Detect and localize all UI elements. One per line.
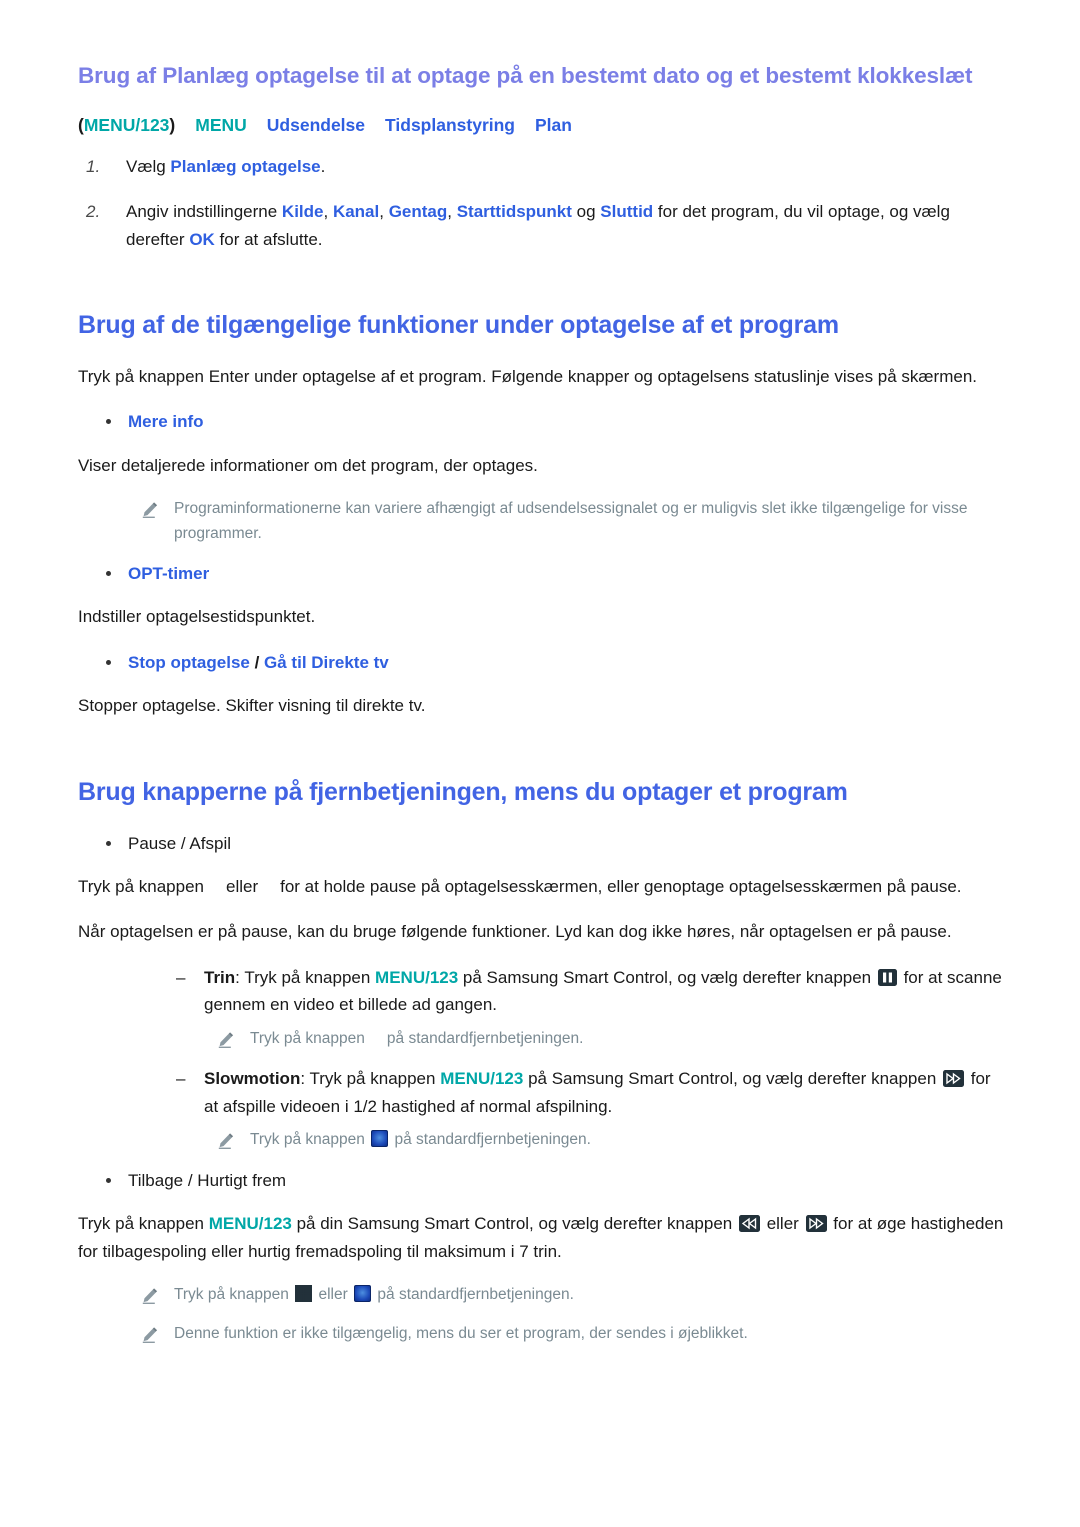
step-1-emphasis[interactable]: Planlæg optagelse [170, 157, 320, 176]
fast-forward-icon [943, 1070, 965, 1088]
note-rf1-mid: eller [314, 1286, 353, 1304]
setting-sluttid[interactable]: Sluttid [600, 202, 653, 221]
feature-opt-timer: OPT-timer [78, 560, 1008, 587]
pencil-icon [140, 499, 160, 519]
sub-item-slowmotion-term: Slowmotion [204, 1069, 301, 1089]
feature-opt-timer-label[interactable]: OPT-timer [128, 564, 209, 583]
breadcrumb-item-tidsplanstyring[interactable]: Tidsplanstyring [385, 115, 515, 135]
remote-pause-play-label: Pause / Afspil [128, 833, 232, 853]
feature-mere-info-description: Viser detaljerede informationer om det p… [78, 455, 538, 475]
setting-kanal[interactable]: Kanal [333, 202, 379, 221]
feature-stop-optagelse-label[interactable]: Stop optagelse [128, 653, 250, 672]
note-trin: Tryk på knappen på standardfjernbetjening… [204, 1027, 1008, 1051]
rewind-icon [738, 1215, 760, 1233]
note-slowmotion-pre: Tryk på knappen [250, 1131, 370, 1149]
remote-rewind-forward: Tilbage / Hurtigt frem [78, 1167, 1008, 1194]
feature-ga-til-direkte-tv-label[interactable]: Gå til Direkte tv [264, 653, 389, 672]
sub-item-trin: Trin: Tryk på knappen MENU/123 på Samsun… [158, 964, 1008, 1019]
setting-gentag[interactable]: Gentag [389, 202, 448, 221]
feature-opt-timer-description: Indstiller optagelsestidspunktet. [78, 607, 316, 627]
section1-steps: 1. Vælg Planlæg optagelse. 2. Angiv indsti… [78, 153, 1008, 253]
ok-label[interactable]: OK [189, 230, 215, 249]
note-rewind-forward-1: Tryk på knappen eller på standardfjernbe… [128, 1283, 1008, 1307]
section2-intro: Tryk på knappen Enter under optagelse af… [78, 366, 977, 386]
step-2-number: 2. [86, 202, 101, 222]
document-page: Brug af Planlæg optagelse til at optage … [0, 0, 1080, 1527]
breadcrumb-menu-key: MENU/123 [83, 114, 170, 135]
setting-starttidspunkt[interactable]: Starttidspunkt [457, 202, 572, 221]
pencil-icon [140, 1285, 160, 1305]
pause-play-p1-a: Tryk på knappen [78, 876, 204, 896]
rewind-forward-menu-key[interactable]: MENU/123 [209, 1214, 292, 1233]
pause-play-p1-b: eller [226, 876, 259, 896]
pause-play-paragraph-2: Når optagelsen er på pause, kan du bruge… [78, 922, 952, 942]
step-1-number: 1. [86, 157, 101, 177]
feature-separator: / [249, 652, 265, 672]
feature-stop-optagelse: Stop optagelse / Gå til Direkte tv [78, 649, 1008, 676]
remote-pause-play: Pause / Afspil [78, 830, 1008, 857]
sub-item-trin-term: Trin [204, 967, 236, 987]
breadcrumb: (MENU/123) MENU Udsendelse Tidsplanstyring P… [78, 113, 1008, 138]
pencil-icon [140, 1324, 160, 1344]
pencil-icon [216, 1130, 236, 1150]
pause-play-paragraph-1: Tryk på knappen eller for at holde pause p… [78, 873, 1008, 901]
feature-mere-info-label[interactable]: Mere info [128, 412, 204, 431]
sub-item-trin-pre: Tryk på knappen [244, 967, 376, 987]
remote-rewind-forward-label: Tilbage / Hurtigt frem [128, 1170, 287, 1190]
section3-heading: Brug knapperne på fjernbetjeningen, mens… [78, 777, 848, 806]
setting-kilde[interactable]: Kilde [282, 202, 324, 221]
step-1: 1. Vælg Planlæg optagelse. [78, 153, 1008, 180]
section1-heading: Brug af Planlæg optagelse til at optage … [78, 63, 973, 88]
note-trin-post: på standardfjernbetjeningen. [386, 1029, 584, 1047]
sub-item-slowmotion-pre: Tryk på knappen [309, 1069, 441, 1089]
pause-play-p1-c: for at holde pause på optagelsesskærmen,… [280, 876, 962, 896]
step-2-tail: for at afslutte. [214, 229, 323, 249]
rewind-forward-eller: eller [761, 1214, 804, 1234]
note-slowmotion: Tryk på knappen på standardfjernbetjenin… [204, 1128, 1008, 1152]
breadcrumb-close-paren: ) [169, 114, 176, 135]
rewind-forward-pre: Tryk på knappen [78, 1214, 209, 1234]
fast-forward-icon [805, 1215, 827, 1233]
breadcrumb-item-udsendelse[interactable]: Udsendelse [267, 115, 365, 135]
pause-icon [877, 968, 897, 986]
grid-key-icon [295, 1285, 313, 1303]
sub-item-slowmotion-mid: på Samsung Smart Control, og vælg dereft… [523, 1069, 942, 1089]
note-rf2-text: Denne funktion er ikke tilgængelig, mens… [174, 1324, 748, 1342]
note-rf1-post: på standardfjernbetjeningen. [373, 1286, 574, 1304]
blue-key-icon [354, 1285, 372, 1303]
step-2-mid: og [571, 202, 601, 222]
step-2: 2. Angiv indstillingerne Kilde, Kanal, Ge… [78, 198, 1008, 252]
rewind-forward-paragraph: Tryk på knappen MENU/123 på din Samsung … [78, 1210, 1008, 1265]
rewind-forward-mid: på din Samsung Smart Control, og vælg de… [291, 1214, 737, 1234]
sub-item-trin-mid: på Samsung Smart Control, og vælg dereft… [458, 967, 876, 987]
note-mere-info: Programinformationerne kan variere afhæn… [128, 497, 1008, 546]
sub-item-slowmotion-menu-key[interactable]: MENU/123 [440, 1069, 523, 1088]
note-trin-pre: Tryk på knappen [250, 1029, 365, 1047]
step-1-post: . [320, 157, 326, 177]
sub-item-trin-colon: : [235, 967, 245, 987]
note-rewind-forward-2: Denne funktion er ikke tilgængelig, mens… [128, 1322, 1008, 1346]
feature-mere-info: Mere info [78, 408, 1008, 435]
note-slowmotion-post: på standardfjernbetjeningen. [390, 1131, 591, 1149]
note-rf1-pre: Tryk på knappen [174, 1286, 294, 1304]
section2-heading: Brug af de tilgængelige funktioner under… [78, 310, 839, 339]
sub-item-trin-menu-key[interactable]: MENU/123 [375, 968, 458, 987]
feature-stop-optagelse-description: Stopper optagelse. Skifter visning til d… [78, 695, 426, 715]
note-mere-info-text: Programinformationerne kan variere afhæn… [174, 500, 968, 542]
blue-key-icon [371, 1130, 389, 1148]
sub-item-slowmotion: Slowmotion: Tryk på knappen MENU/123 på … [158, 1065, 1008, 1120]
breadcrumb-item-menu[interactable]: MENU [195, 115, 247, 135]
step-2-pre: Angiv indstillingerne [126, 202, 282, 222]
breadcrumb-item-plan[interactable]: Plan [535, 115, 572, 135]
step-1-pre: Vælg [126, 157, 171, 177]
pencil-icon [216, 1029, 236, 1049]
